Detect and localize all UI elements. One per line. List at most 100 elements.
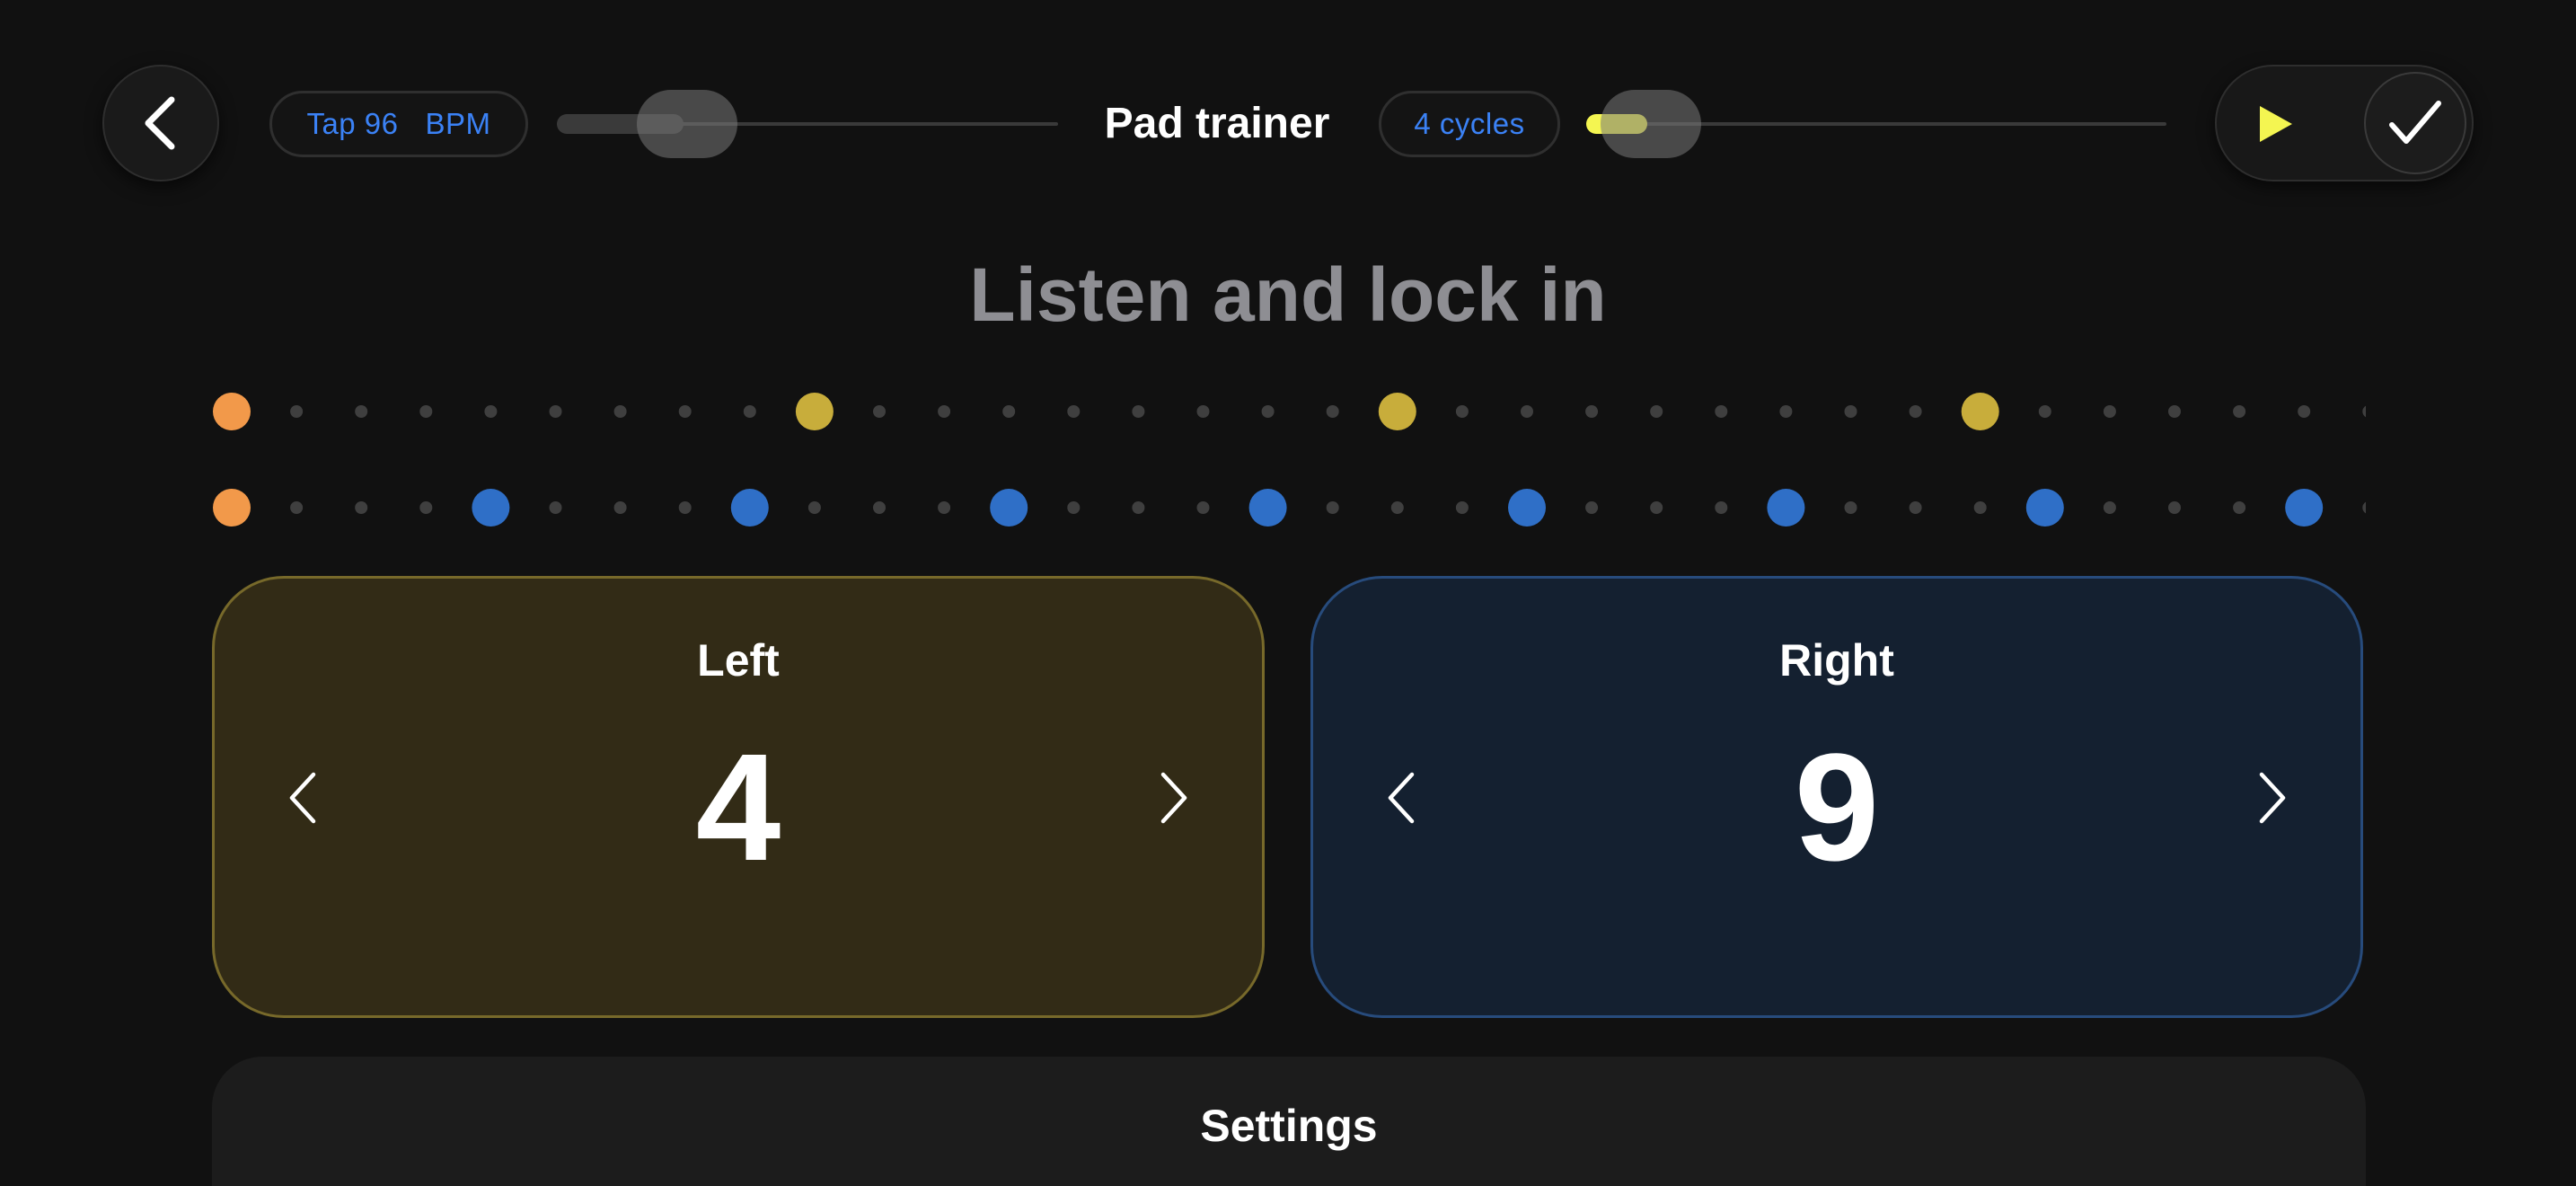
cycles-button[interactable]: 4 cycles — [1379, 91, 1560, 157]
checkmark-icon — [2389, 101, 2441, 144]
left-beat-accent-dot — [795, 393, 834, 430]
right-beat-row — [212, 481, 2366, 535]
right-beat-tick-dot — [419, 501, 433, 514]
right-beat-accent-dot — [472, 489, 510, 527]
tap-tempo-button[interactable]: Tap 96 BPM — [269, 91, 528, 157]
left-beat-tick-dot — [419, 405, 433, 418]
left-beat-tick-dot — [678, 405, 692, 418]
back-button[interactable] — [102, 65, 219, 181]
right-beat-tick-dot — [613, 501, 627, 514]
left-beat-tick-dot — [1455, 405, 1469, 418]
left-beat-tick-dot — [2233, 405, 2246, 418]
left-beat-tick-dot — [1521, 405, 1533, 418]
right-pad-value: 9 — [1794, 722, 1880, 893]
right-beat-accent-dot — [730, 489, 769, 527]
left-beat-accent-dot — [1961, 393, 1999, 430]
right-beat-tick-dot — [2103, 501, 2116, 514]
right-beat-tick-dot — [678, 501, 692, 514]
left-beat-tick-dot — [1909, 405, 1922, 418]
left-beat-accent-dot — [1378, 393, 1416, 430]
page-title: Pad trainer — [1104, 100, 1330, 147]
cycles-slider-thumb[interactable] — [1601, 90, 1702, 158]
right-beat-accent-dot — [990, 489, 1028, 527]
right-beat-tick-dot — [2362, 501, 2366, 514]
right-beat-tick-dot — [2168, 501, 2181, 514]
left-beat-row — [212, 385, 2366, 438]
done-button[interactable] — [2364, 72, 2466, 174]
left-beat-tick-dot — [484, 405, 498, 418]
tap-tempo-label: Tap 96 — [306, 107, 399, 140]
right-beat-tick-dot — [1909, 501, 1922, 514]
right-beat-tick-dot — [1390, 501, 1404, 514]
left-beat-tick-dot — [549, 405, 562, 418]
right-beat-tick-dot — [807, 501, 821, 514]
right-beat-tick-dot — [1715, 501, 1728, 514]
playback-controls — [2215, 65, 2474, 181]
left-beat-tick-dot — [1650, 405, 1663, 418]
left-pad-value: 4 — [695, 722, 781, 893]
left-beat-tick-dot — [1326, 405, 1339, 418]
settings-title: Settings — [1200, 1101, 1378, 1151]
left-beat-tick-dot — [2362, 405, 2366, 418]
left-beat-dots — [213, 393, 2366, 430]
left-beat-tick-dot — [1715, 405, 1728, 418]
right-beat-tick-dot — [1326, 501, 1339, 514]
right-beat-tick-dot — [1844, 501, 1857, 514]
bpm-slider-thumb[interactable] — [637, 90, 738, 158]
right-beat-dots — [213, 489, 2366, 527]
right-beat-tick-dot — [2233, 501, 2246, 514]
right-beat-accent-dot — [2285, 489, 2324, 527]
right-beat-tick-dot — [1585, 501, 1599, 514]
left-beat-tick-dot — [1196, 405, 1210, 418]
right-beat-tick-dot — [873, 501, 886, 514]
right-beat-tick-dot — [1067, 501, 1081, 514]
settings-panel[interactable]: Settings — [212, 1057, 2366, 1186]
right-beat-tick-dot — [1196, 501, 1210, 514]
chevron-right-icon — [1160, 772, 1187, 824]
right-beat-tick-dot — [355, 501, 368, 514]
left-beat-tick-dot — [1844, 405, 1857, 418]
left-pad-label: Left — [697, 635, 780, 686]
right-beat-tick-dot — [1455, 501, 1469, 514]
left-beat-tick-dot — [2298, 405, 2311, 418]
bpm-slider[interactable] — [557, 90, 1058, 158]
right-beat-accent-dot — [1508, 489, 1546, 527]
left-beat-tick-dot — [2168, 405, 2181, 418]
right-beat-tick-dot — [1132, 501, 1145, 514]
right-beat-tick-dot — [1973, 501, 1987, 514]
left-beat-tick-dot — [873, 405, 886, 418]
left-pad[interactable]: Left 4 — [212, 576, 1265, 1018]
right-pad[interactable]: Right 9 — [1310, 576, 2363, 1018]
left-beat-tick-dot — [2103, 405, 2116, 418]
right-beat-tick-dot — [290, 501, 304, 514]
left-beat-tick-dot — [1585, 405, 1599, 418]
play-button[interactable] — [2235, 83, 2317, 165]
left-beat-tick-dot — [2038, 405, 2051, 418]
cycles-slider[interactable] — [1586, 90, 2166, 158]
right-beat-accent-dot — [1767, 489, 1805, 527]
right-beat-tick-dot — [938, 501, 951, 514]
left-beat-tick-dot — [355, 405, 368, 418]
left-beat-tick-dot — [1261, 405, 1275, 418]
right-beat-tick-dot — [1650, 501, 1663, 514]
right-increment-button[interactable] — [2229, 755, 2316, 841]
right-beat-downbeat-dot — [213, 489, 251, 527]
right-beat-accent-dot — [1248, 489, 1287, 527]
chevron-right-icon — [2259, 772, 2286, 824]
left-beat-tick-dot — [1067, 405, 1081, 418]
left-beat-tick-dot — [938, 405, 951, 418]
left-beat-tick-dot — [613, 405, 627, 418]
left-beat-tick-dot — [290, 405, 304, 418]
play-icon — [2260, 106, 2292, 142]
right-beat-tick-dot — [549, 501, 562, 514]
right-pad-label: Right — [1779, 635, 1894, 686]
right-beat-accent-dot — [2025, 489, 2064, 527]
left-beat-tick-dot — [1002, 405, 1016, 418]
bpm-unit-label: BPM — [425, 107, 491, 140]
pad-trainer-screen: Tap 96 BPM Pad trainer 4 cycles Listen a… — [0, 0, 2576, 1186]
chevron-left-icon — [145, 96, 175, 150]
left-increment-button[interactable] — [1131, 755, 1217, 841]
left-beat-downbeat-dot — [213, 393, 251, 430]
left-beat-tick-dot — [1132, 405, 1145, 418]
left-beat-tick-dot — [743, 405, 756, 418]
